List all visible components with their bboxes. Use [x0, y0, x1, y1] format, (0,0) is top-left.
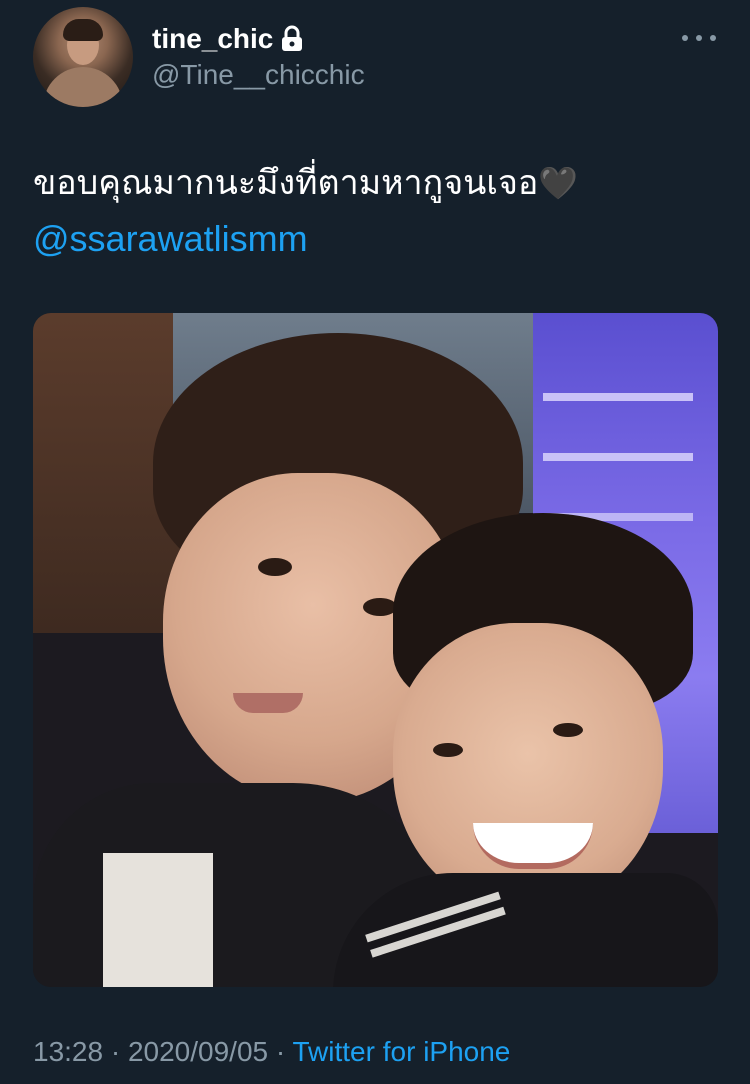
tweet-body: ขอบคุณมากนะมึงที่ตามหากูจนเจอ — [33, 163, 539, 203]
photo-shelf — [543, 393, 693, 401]
black-heart-emoji: 🖤 — [538, 164, 579, 202]
person1-left-eye — [258, 558, 292, 576]
avatar[interactable] — [33, 7, 133, 107]
more-dot — [710, 35, 716, 41]
tweet-meta: 13:28 · 2020/09/05 · Twitter for iPhone — [33, 1034, 510, 1070]
meta-separator: · — [103, 1036, 128, 1067]
tweet-detail-page: tine_chic @Tine__chicchic ขอบคุณมากนะมึง… — [0, 0, 750, 1084]
avatar-shirt — [43, 67, 123, 107]
tweet-date: 2020/09/05 — [127, 1036, 269, 1067]
more-dot — [696, 35, 702, 41]
tweet-photo[interactable] — [33, 313, 718, 987]
meta-separator: · — [268, 1036, 293, 1067]
tweet-time: 13:28 — [33, 1036, 104, 1067]
display-name[interactable]: tine_chic — [152, 22, 273, 56]
tweet-source-link[interactable]: Twitter for iPhone — [293, 1036, 511, 1067]
person1-shirt-stripe — [103, 853, 213, 987]
lock-icon — [279, 25, 305, 53]
more-icon[interactable] — [682, 28, 716, 48]
mention-link[interactable]: @ssarawatlismm — [33, 211, 308, 267]
person1-right-eye — [363, 598, 397, 616]
person2-left-eye — [433, 743, 463, 757]
more-dot — [682, 35, 688, 41]
user-handle[interactable]: @Tine__chicchic — [152, 58, 365, 92]
person1-mouth — [233, 693, 303, 713]
avatar-hair — [63, 19, 103, 41]
person2-face — [393, 623, 663, 913]
person2-right-eye — [553, 723, 583, 737]
tweet-text: ขอบคุณมากนะมึงที่ตามหากูจนเจอ🖤 @ssarawat… — [33, 155, 723, 268]
display-name-row[interactable]: tine_chic — [152, 22, 305, 56]
